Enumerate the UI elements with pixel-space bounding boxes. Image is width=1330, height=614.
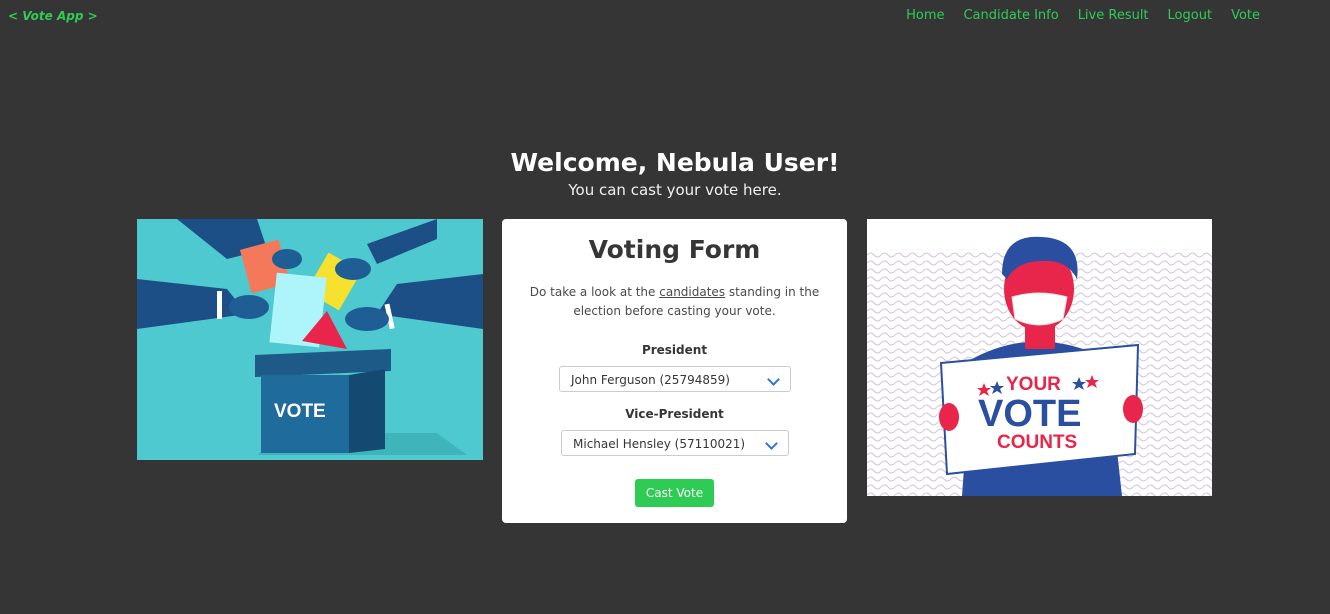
nav-vote[interactable]: Vote <box>1231 8 1260 23</box>
top-nav: Home Candidate Info Live Result Logout V… <box>906 8 1260 23</box>
sign-line-counts: COUNTS <box>997 432 1077 453</box>
cast-vote-button[interactable]: Cast Vote <box>635 479 714 507</box>
voting-form-card: Voting Form Do take a look at the candid… <box>502 219 847 523</box>
vote-box-label: VOTE <box>274 401 326 422</box>
voting-form-title: Voting Form <box>588 235 761 264</box>
candidates-link[interactable]: candidates <box>659 285 725 299</box>
chevron-down-icon <box>765 437 778 450</box>
president-select[interactable]: John Ferguson (25794859) <box>559 366 791 392</box>
vice-president-label: Vice-President <box>625 407 724 421</box>
nav-logout[interactable]: Logout <box>1168 8 1213 23</box>
vice-president-select[interactable]: Michael Hensley (57110021) <box>561 430 789 456</box>
nav-home[interactable]: Home <box>906 8 944 23</box>
voting-form-intro: Do take a look at the candidates standin… <box>522 283 827 321</box>
chevron-down-icon <box>767 373 780 386</box>
welcome-title: Welcome, Nebula User! <box>510 148 840 177</box>
sign-line-vote: VOTE <box>978 393 1081 435</box>
welcome-section: Welcome, Nebula User! You can cast your … <box>0 145 1330 199</box>
ballot-box-illustration: VOTE <box>137 219 483 460</box>
app-brand-link[interactable]: < Vote App > <box>8 9 98 23</box>
president-label: President <box>641 343 708 357</box>
president-select-value: John Ferguson (25794859) <box>571 373 730 387</box>
vice-president-select-value: Michael Hensley (57110021) <box>573 437 746 451</box>
sign-line-your: YOUR <box>1006 374 1061 395</box>
intro-text-start: Do take a look at the <box>529 285 660 299</box>
vote-counts-illustration: YOUR VOTE COUNTS <box>867 219 1212 496</box>
welcome-subtitle: You can cast your vote here. <box>568 181 782 199</box>
nav-candidate-info[interactable]: Candidate Info <box>963 8 1058 23</box>
nav-live-result[interactable]: Live Result <box>1078 8 1149 23</box>
